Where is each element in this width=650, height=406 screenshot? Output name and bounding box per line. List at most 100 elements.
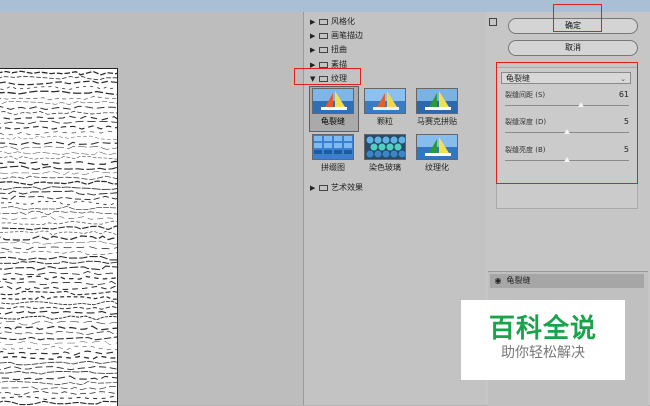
thumb-grain[interactable]: 颗粒: [363, 88, 407, 127]
effect-layer-row[interactable]: ◉ 龟裂缝: [490, 274, 644, 288]
crack-line: [0, 265, 117, 271]
crack-line: [0, 251, 117, 256]
crack-line: [0, 165, 117, 170]
expand-arrow-icon: ▶: [310, 18, 316, 26]
crack-line: [1, 395, 117, 401]
thumb-texturizer[interactable]: 纹理化: [415, 134, 459, 173]
crack-line: [0, 275, 117, 281]
watermark-subtitle: 助你轻松解决: [501, 345, 585, 361]
crack-line: [0, 70, 117, 76]
expand-arrow-icon: ▶: [310, 184, 316, 192]
collapse-gallery-icon[interactable]: [489, 18, 497, 26]
thumb-image: [312, 88, 354, 114]
crack-line: [0, 190, 117, 196]
crack-line: [0, 110, 117, 116]
folder-icon: [319, 61, 328, 68]
crack-line: [0, 85, 117, 90]
crack-line: [1, 195, 117, 201]
crack-line: [1, 216, 117, 221]
crack-line: [0, 290, 117, 296]
preview-canvas[interactable]: [0, 68, 118, 406]
crack-line: [0, 100, 117, 105]
crack-line: [0, 370, 117, 375]
crack-line: [0, 345, 117, 351]
crack-line: [0, 350, 117, 356]
crack-line: [0, 130, 117, 136]
craquelure-texture-preview: [0, 70, 117, 406]
crack-line: [0, 200, 117, 206]
crack-line: [0, 310, 117, 315]
crack-line: [0, 145, 117, 151]
folder-icon: [319, 184, 328, 191]
crack-line: [0, 295, 117, 300]
crack-line: [0, 120, 117, 125]
watermark-title: 百科全说: [488, 314, 597, 344]
thumb-image: [416, 88, 458, 114]
crack-line: [0, 180, 117, 186]
crack-line: [0, 271, 117, 276]
crack-line: [0, 280, 117, 286]
crack-line: [0, 75, 117, 81]
expand-arrow-icon: ▶: [310, 46, 316, 54]
crack-line: [0, 156, 117, 160]
cancel-button[interactable]: 取消: [508, 40, 638, 56]
crack-line: [0, 320, 117, 326]
crack-line: [0, 360, 117, 366]
crack-line: [0, 380, 117, 386]
crack-line: [0, 186, 117, 190]
thumb-image: [364, 88, 406, 114]
watermark-logo: 百科全说 助你轻松解决: [461, 300, 625, 380]
crack-line: [0, 115, 117, 121]
crack-line: [0, 315, 117, 321]
annotation-texture-highlight: [294, 68, 361, 85]
category-distort[interactable]: ▶ 扭曲: [310, 43, 347, 56]
crack-line: [0, 260, 117, 265]
thumb-patchwork[interactable]: 拼缀图: [311, 134, 355, 173]
crack-line: [0, 80, 117, 86]
thumb-stained-glass[interactable]: 染色玻璃: [363, 134, 407, 173]
crack-line: [0, 90, 117, 96]
crack-line: [0, 141, 117, 146]
crack-line: [0, 230, 117, 236]
crack-line: [0, 235, 117, 241]
crack-line: [1, 375, 117, 381]
crack-line: [0, 175, 117, 181]
crack-line: [0, 210, 117, 216]
thumb-craquelure[interactable]: 龟裂缝: [311, 88, 355, 127]
crack-line: [1, 245, 117, 251]
category-artistic[interactable]: ▶ 艺术效果: [310, 181, 363, 194]
thumb-image: [312, 134, 354, 160]
folder-icon: [319, 18, 328, 25]
crack-line: [0, 160, 117, 166]
folder-icon: [319, 32, 328, 39]
annotation-ok-highlight: [553, 4, 602, 32]
expand-arrow-icon: ▶: [310, 32, 316, 40]
annotation-settings-highlight: [496, 62, 638, 184]
crack-line: [0, 330, 117, 336]
thumb-image: [364, 134, 406, 160]
crack-line: [1, 225, 117, 231]
crack-line: [0, 95, 117, 101]
crack-line: [0, 125, 117, 130]
eye-icon[interactable]: ◉: [492, 274, 504, 288]
crack-line: [0, 240, 117, 245]
crack-line: [0, 400, 117, 406]
crack-line: [1, 220, 117, 225]
crack-line: [0, 365, 117, 371]
crack-line: [0, 305, 117, 310]
category-brush-strokes[interactable]: ▶ 画笔描边: [310, 29, 363, 42]
crack-line: [0, 135, 117, 141]
thumb-image: [416, 134, 458, 160]
crack-line: [1, 206, 117, 211]
crack-line: [0, 151, 117, 156]
crack-line: [1, 300, 117, 306]
category-stylize[interactable]: ▶ 风格化: [310, 15, 355, 28]
crack-line: [0, 355, 117, 360]
crack-line: [1, 386, 117, 391]
crack-line: [0, 170, 117, 176]
crack-line: [0, 325, 117, 331]
crack-line: [0, 105, 117, 110]
crack-line: [0, 390, 117, 396]
thumb-mosaic-tiles[interactable]: 马赛克拼贴: [415, 88, 459, 127]
crack-line: [0, 255, 117, 261]
